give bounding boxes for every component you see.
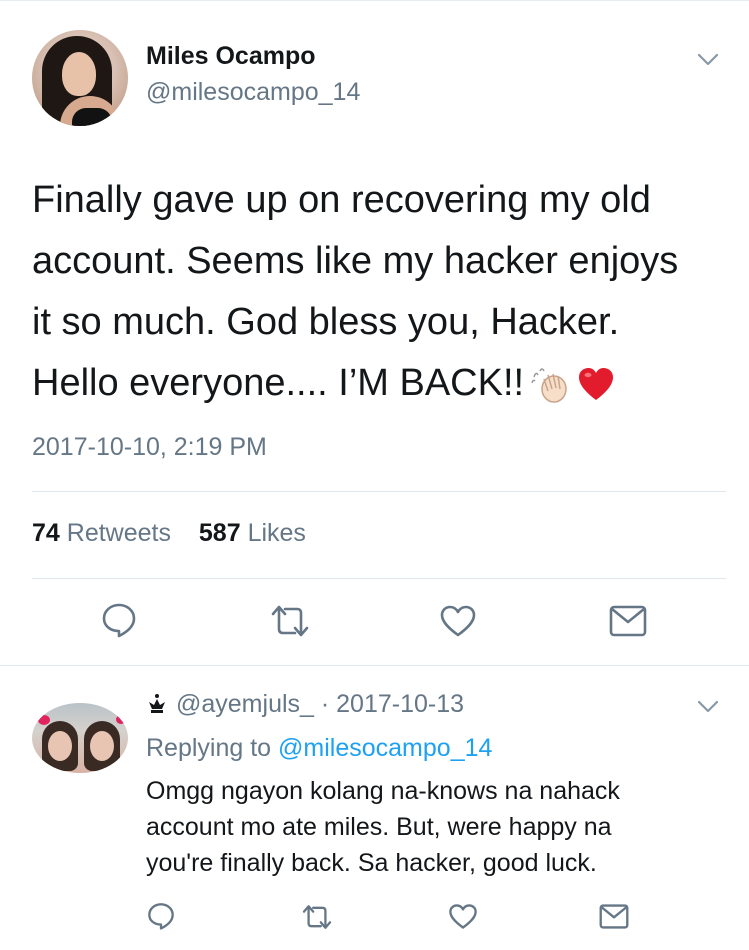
retweets-label[interactable]: Retweets bbox=[67, 519, 171, 547]
avatar-face bbox=[48, 731, 72, 761]
replying-to-label: Replying to bbox=[146, 734, 272, 762]
tweet-text-line: it so much. God bless you, Hacker. bbox=[32, 301, 620, 343]
retweets-count[interactable]: 74 bbox=[32, 519, 60, 547]
divider bbox=[32, 491, 726, 492]
red-heart-icon bbox=[579, 367, 614, 400]
author-name[interactable]: Miles Ocampo bbox=[146, 42, 316, 71]
likes-count[interactable]: 587 bbox=[199, 519, 241, 547]
heart-sticker bbox=[116, 715, 126, 724]
tweet-text-line: Hello everyone.... I’M BACK!! bbox=[32, 353, 722, 414]
divider bbox=[32, 578, 726, 579]
share-icon[interactable] bbox=[609, 605, 647, 637]
divider bbox=[0, 665, 749, 666]
replying-to-mention[interactable]: @milesocampo_14 bbox=[278, 734, 492, 762]
top-border bbox=[0, 0, 749, 1]
heart-sticker bbox=[38, 715, 50, 725]
avatar-face bbox=[62, 52, 96, 96]
retweet-icon[interactable] bbox=[300, 904, 334, 930]
reply-header: @ayemjuls_ · 2017-10-13 bbox=[146, 690, 464, 719]
avatar-face bbox=[90, 731, 114, 761]
tweet-text-line: Finally gave up on recovering my old bbox=[32, 179, 651, 221]
reply-text-line: you're finally back. Sa hacker, good luc… bbox=[146, 849, 597, 877]
tweet-text: Finally gave up on recovering my old acc… bbox=[32, 170, 722, 414]
crown-icon bbox=[149, 694, 165, 713]
tweet-stats: 74 Retweets 587 Likes bbox=[32, 519, 306, 548]
tweet-text-line-text: Hello everyone.... I’M BACK!! bbox=[32, 362, 525, 404]
tweet-text-line: account. Seems like my hacker enjoys bbox=[32, 240, 679, 282]
reply-icon[interactable] bbox=[147, 902, 175, 930]
chevron-down-icon[interactable] bbox=[697, 53, 719, 67]
author-handle[interactable]: @milesocampo_14 bbox=[146, 78, 360, 107]
chevron-down-icon[interactable] bbox=[697, 700, 719, 714]
reply-text-line: Omgg ngayon kolang na-knows na nahack bbox=[146, 777, 620, 805]
waving-hand-icon bbox=[531, 368, 567, 403]
likes-label[interactable]: Likes bbox=[248, 519, 306, 547]
like-icon[interactable] bbox=[439, 604, 477, 638]
replying-to: Replying to @milesocampo_14 bbox=[146, 734, 492, 763]
retweet-icon[interactable] bbox=[268, 604, 312, 638]
reply-text: Omgg ngayon kolang na-knows na nahack ac… bbox=[146, 773, 736, 881]
reply-icon[interactable] bbox=[101, 602, 137, 638]
reply-handle-date[interactable]: @ayemjuls_ · 2017-10-13 bbox=[176, 690, 464, 718]
like-icon[interactable] bbox=[448, 903, 478, 930]
share-icon[interactable] bbox=[599, 904, 629, 929]
author-avatar[interactable] bbox=[32, 30, 128, 126]
avatar-top bbox=[72, 108, 112, 126]
tweet-timestamp[interactable]: 2017-10-10, 2:19 PM bbox=[32, 433, 267, 462]
reply-text-line: account mo ate miles. But, were happy na bbox=[146, 813, 612, 841]
reply-avatar[interactable] bbox=[32, 703, 128, 773]
